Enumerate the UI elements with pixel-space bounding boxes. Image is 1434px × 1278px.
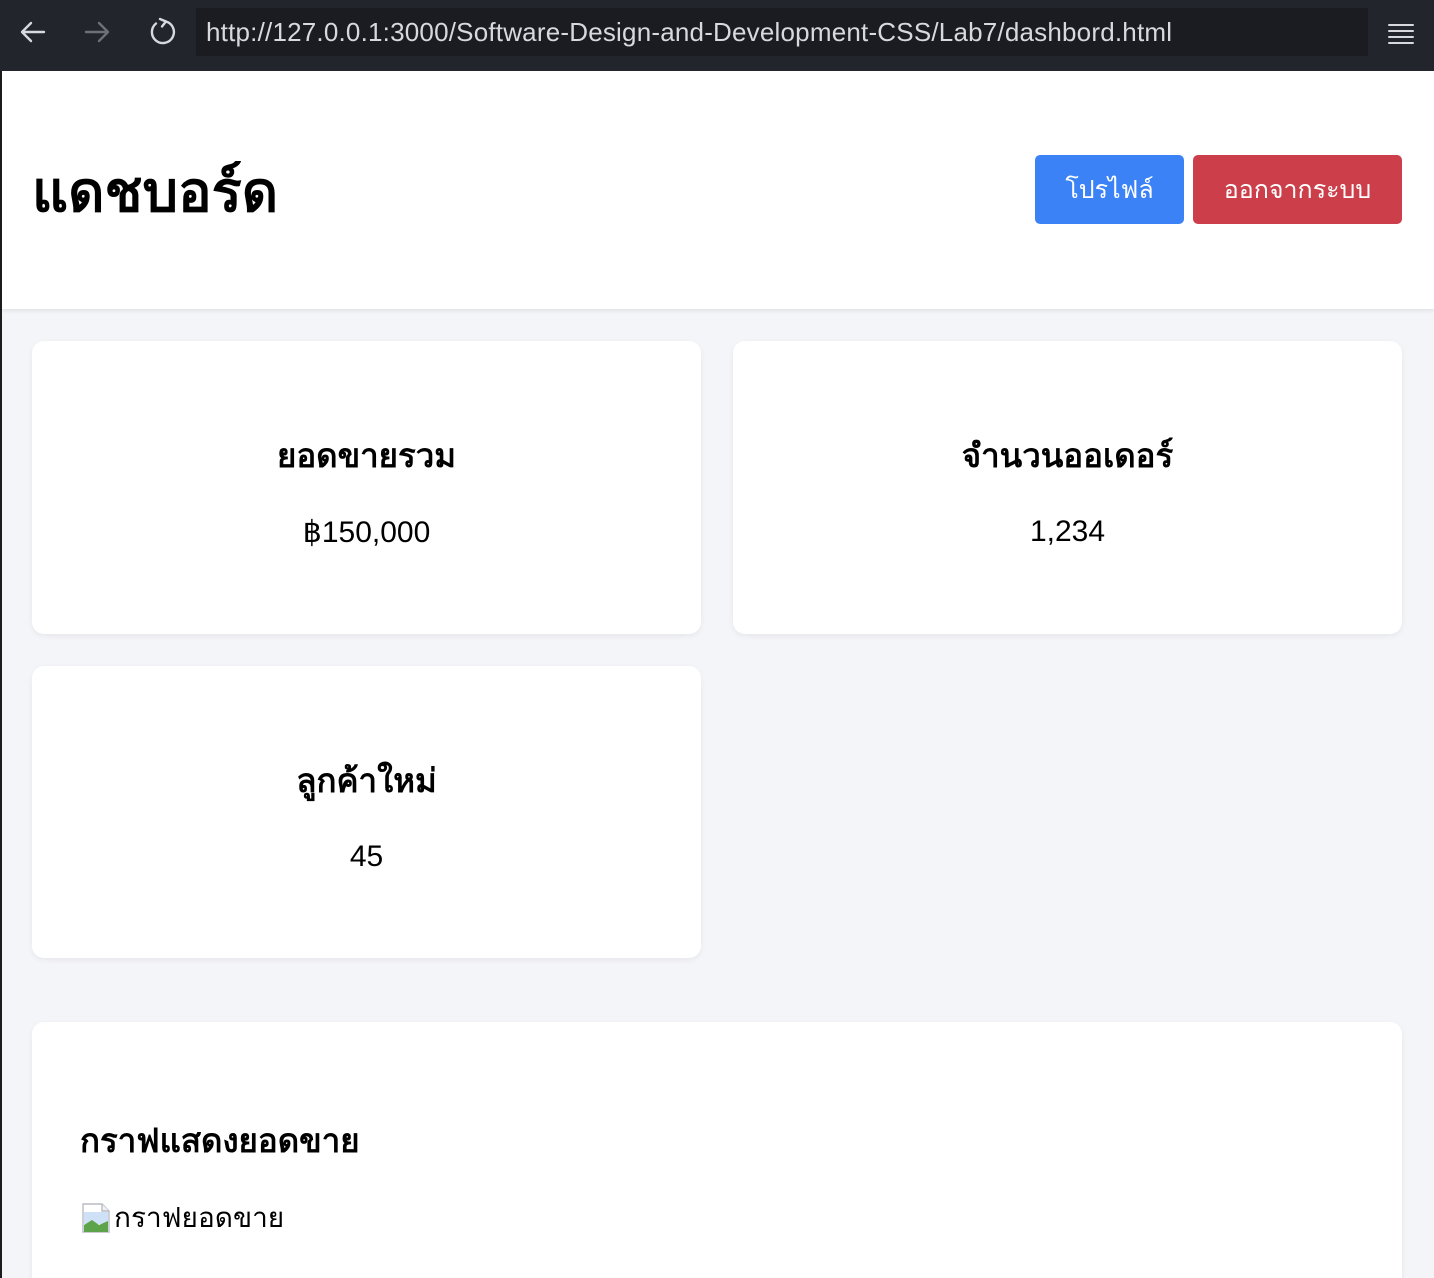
back-button[interactable] xyxy=(2,4,64,60)
forward-arrow-icon xyxy=(84,21,110,43)
forward-button[interactable] xyxy=(66,4,128,60)
reload-button[interactable] xyxy=(132,4,194,60)
stat-card-label: จำนวนออเดอร์ xyxy=(961,436,1174,475)
image-alt-text: กราฟยอดขาย xyxy=(114,1201,285,1234)
stat-card-total-sales: ยอดขายรวม ฿150,000 xyxy=(32,341,701,634)
stat-card-label: ยอดขายรวม xyxy=(276,436,457,475)
broken-image-icon xyxy=(82,1203,110,1233)
page-title: แดชบอร์ด xyxy=(32,160,279,225)
page-header: แดชบอร์ด โปรไฟล์ ออกจากระบบ xyxy=(2,71,1434,309)
browser-toolbar: http://127.0.0.1:3000/Software-Design-an… xyxy=(0,0,1434,71)
menu-icon xyxy=(1388,24,1414,44)
stat-card-label: ลูกค้าใหม่ xyxy=(296,761,437,800)
sales-chart-section: กราฟแสดงยอดขาย กราฟยอดขาย xyxy=(32,1022,1402,1278)
logout-button[interactable]: ออกจากระบบ xyxy=(1193,155,1402,224)
dashboard-page: แดชบอร์ด โปรไฟล์ ออกจากระบบ ยอดขายรวม ฿1… xyxy=(2,71,1434,1278)
stat-card-value: ฿150,000 xyxy=(302,516,431,549)
browser-menu-button[interactable] xyxy=(1378,12,1424,56)
chart-section-title: กราฟแสดงยอดขาย xyxy=(80,1121,360,1160)
reload-icon xyxy=(150,17,176,45)
sales-chart-image: กราฟยอดขาย xyxy=(80,1196,284,1240)
address-bar[interactable]: http://127.0.0.1:3000/Software-Design-an… xyxy=(196,8,1368,56)
back-arrow-icon xyxy=(20,21,46,43)
stat-card-value: 1,234 xyxy=(1029,515,1106,548)
stat-card-value: 45 xyxy=(349,840,384,873)
stat-card-orders: จำนวนออเดอร์ 1,234 xyxy=(733,341,1402,634)
profile-button[interactable]: โปรไฟล์ xyxy=(1035,155,1184,224)
stat-card-new-customers: ลูกค้าใหม่ 45 xyxy=(32,666,701,958)
